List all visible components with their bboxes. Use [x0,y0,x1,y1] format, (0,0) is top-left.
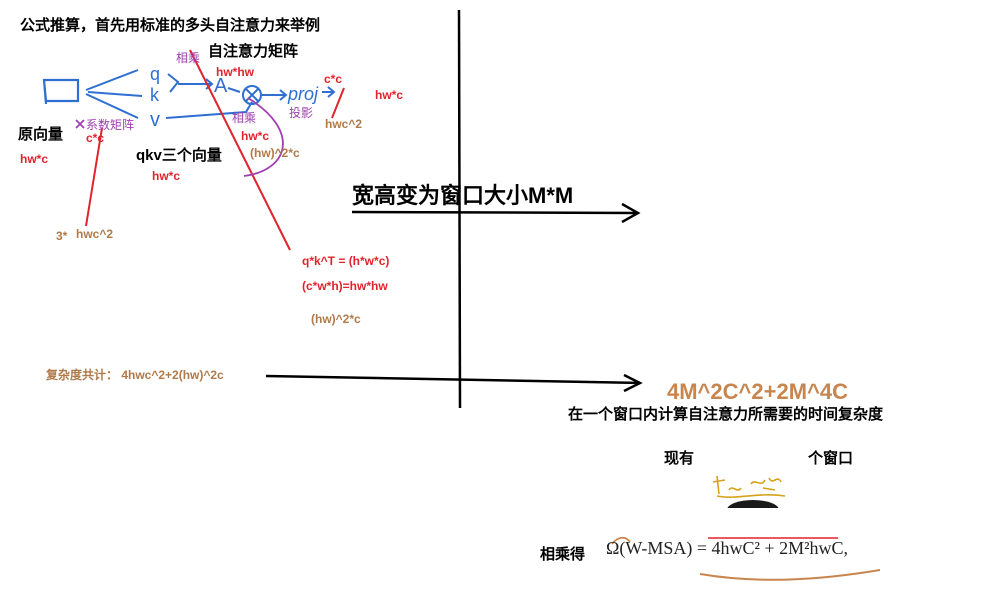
page-title: 公式推算，首先用标准的多头自注意力来举例 [20,17,321,34]
fork-to-k [87,91,143,97]
coef-cross-mark [75,119,85,129]
sketch-k: k [150,85,160,105]
label-hw-c-qkv: hw*c [152,169,181,183]
mult-to-proj-arrow [262,89,288,101]
sketch-q: q [150,64,160,84]
label-coef-matrix: 系数矩阵 [86,118,135,132]
label-hw-c-mid: hw*c [241,129,270,143]
label-projection: 投影 [289,106,314,120]
label-multiply-get: 相乘得 [540,546,586,563]
result-arrow [265,373,643,393]
label-3: 3* [56,229,68,243]
label-hwc-sq-right: hwc^2 [325,117,363,131]
label-qkt-line1: q*k^T = (h*w*c) [302,254,390,268]
label-original-vector: 原向量 [18,126,64,143]
multiply-cross [245,88,259,102]
sketch-proj: proj [287,84,319,104]
fork-to-q [85,69,139,91]
label-c-c-right: c*c [324,72,343,86]
label-self-attention-matrix: 自注意力矩阵 [208,43,299,60]
original-vector-box [42,78,80,105]
label-hwc-sq-left: hwc^2 [76,227,114,241]
red-line-right [331,87,345,119]
label-multiply-mid: 相乘 [232,111,257,125]
qk-arrow [196,78,214,90]
label-multiply-top: 相乘 [176,51,201,65]
label-hw2c-bottom: (hw)^2*c [311,312,361,326]
multiply-circle [242,85,262,105]
label-qkv: qkv三个向量 [136,147,222,164]
label-hw-c-left: hw*c [20,152,49,166]
label-total-complexity: 复杂度共计： 4hwc^2+2(hw)^2c [46,368,224,382]
label-windows: 个窗口 [808,450,854,467]
label-c-c-small: c*c [86,131,105,145]
label-hw-hw: hw*hw [216,65,254,79]
A-to-mult-arrow [227,87,241,93]
qk-bracket [167,73,196,93]
label-hw2c-top: (hw)^2*c [250,146,300,160]
proj-out-arrow [322,86,336,98]
result-caption: 在一个窗口内计算自注意力所需要的时间复杂度 [568,406,884,423]
w-msa-formula: Ω(W-MSA) = 4hwC² + 2M²hwC, [606,538,848,558]
label-window-size: 宽高变为窗口大小M*M [352,183,574,208]
vertical-divider-line [457,9,462,409]
result-formula: 4M^2C^2+2M^4C [667,379,848,404]
label-qkt-line2: (c*w*h)=hw*hw [302,279,388,293]
pasted-image-fragment [697,470,807,508]
label-hw-c-right: hw*c [375,88,404,102]
fork-to-v [85,93,139,119]
ink-layer: q k v A proj [42,9,881,581]
sketch-v: v [150,109,160,131]
label-now: 现有 [664,450,695,467]
